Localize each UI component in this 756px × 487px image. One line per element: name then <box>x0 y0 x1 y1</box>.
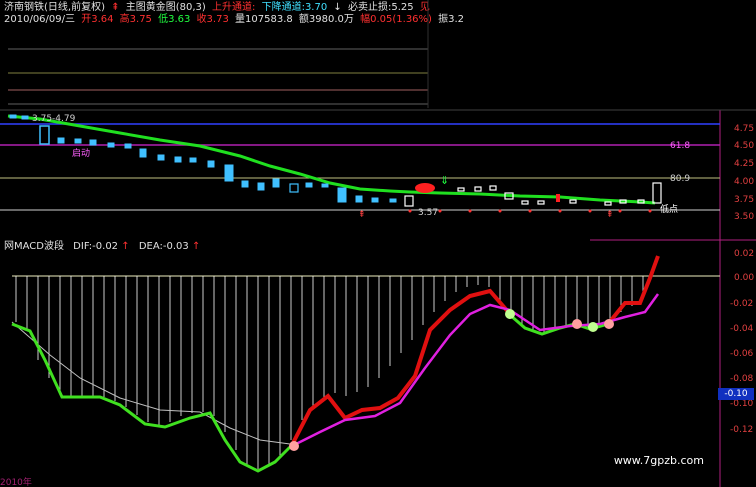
candle <box>89 139 97 146</box>
up-arrow-icon: ⇞ <box>358 210 366 220</box>
candle <box>74 138 82 144</box>
candle <box>21 115 29 120</box>
start-annotation: 启动 <box>72 147 90 159</box>
candle <box>272 178 280 188</box>
candle <box>489 185 497 191</box>
macd-tick: -0.08 <box>730 374 754 384</box>
cross-marker <box>588 322 598 332</box>
candle <box>289 183 299 193</box>
price-tick: 3.50 <box>734 212 754 222</box>
price-tick: 4.75 <box>734 124 754 134</box>
candle <box>521 200 529 205</box>
up-arrow-icon: ↑ <box>191 241 201 252</box>
candle <box>556 194 560 202</box>
candle <box>189 157 197 163</box>
macd-axis: 0.02 0.00 -0.02 -0.04 -0.06 -0.08 -0.10 … <box>730 249 754 435</box>
macd-tick: -0.04 <box>730 324 754 334</box>
candle <box>57 137 65 144</box>
low-point: 低点 <box>660 203 678 215</box>
candle <box>9 114 17 119</box>
current-value-badge: -0.10 <box>718 388 754 400</box>
candle <box>537 200 545 205</box>
macd-tick: -0.12 <box>730 425 753 435</box>
date-fragment: 2010年 <box>0 476 32 487</box>
candle <box>321 183 329 188</box>
candle <box>139 148 147 158</box>
red-blob <box>415 183 435 193</box>
dif-value: DIF:-0.02 <box>73 241 119 252</box>
candle <box>107 142 115 148</box>
candle <box>157 154 165 161</box>
candle <box>337 187 347 203</box>
macd-tick: 0.02 <box>734 249 754 259</box>
range-annotation: 3.75-4.79 <box>32 114 76 124</box>
up-arrow-icon: ⇞ <box>606 210 614 220</box>
candle <box>305 182 313 188</box>
watermark: www.7gpzb.com <box>613 454 704 467</box>
macd-header: 网MACD波段 DIF:-0.02 ↑ DEA:-0.03 ↑ <box>4 237 200 252</box>
macd-histogram <box>15 276 644 469</box>
candle <box>124 143 132 149</box>
fib-809: 80.9 <box>670 174 690 184</box>
cross-marker <box>289 441 299 451</box>
candle <box>652 182 662 204</box>
trend-line <box>7 114 656 205</box>
price-tick: 4.25 <box>734 159 754 169</box>
candle <box>457 187 465 192</box>
candle <box>207 160 215 168</box>
candle <box>39 125 50 145</box>
macd-tick: -0.02 <box>730 299 753 309</box>
down-arrow-icon: ⇓ <box>440 174 449 187</box>
candle <box>257 182 265 191</box>
low-price: 3.57 <box>418 208 438 218</box>
candle <box>569 199 577 204</box>
macd-title[interactable]: 网MACD波段 <box>4 241 64 252</box>
price-tick: 4.00 <box>734 177 754 187</box>
macd-tick: 0.00 <box>734 273 754 283</box>
dea-value: DEA:-0.03 <box>138 241 189 252</box>
macd-tick: -0.10 <box>730 399 754 409</box>
candle <box>174 156 182 163</box>
candle <box>404 195 414 207</box>
price-tick: 3.75 <box>734 195 754 205</box>
price-tick: 4.50 <box>734 141 754 151</box>
candle <box>371 197 379 203</box>
cross-marker <box>505 309 515 319</box>
candle <box>355 195 363 203</box>
up-arrow-icon: ↑ <box>121 241 130 252</box>
candle <box>389 198 397 203</box>
price-axis: 4.75 4.50 4.25 4.00 3.75 3.50 <box>734 124 754 222</box>
cross-marker <box>572 319 582 329</box>
dea-magenta-line <box>291 293 660 448</box>
macd-tick: -0.06 <box>730 349 754 359</box>
candle <box>604 201 612 206</box>
candle <box>241 180 249 188</box>
dif-green-line <box>11 322 294 473</box>
fib-618: 61.8 <box>670 141 690 151</box>
candle <box>474 186 482 192</box>
cross-marker <box>604 319 614 329</box>
candle <box>224 164 234 182</box>
